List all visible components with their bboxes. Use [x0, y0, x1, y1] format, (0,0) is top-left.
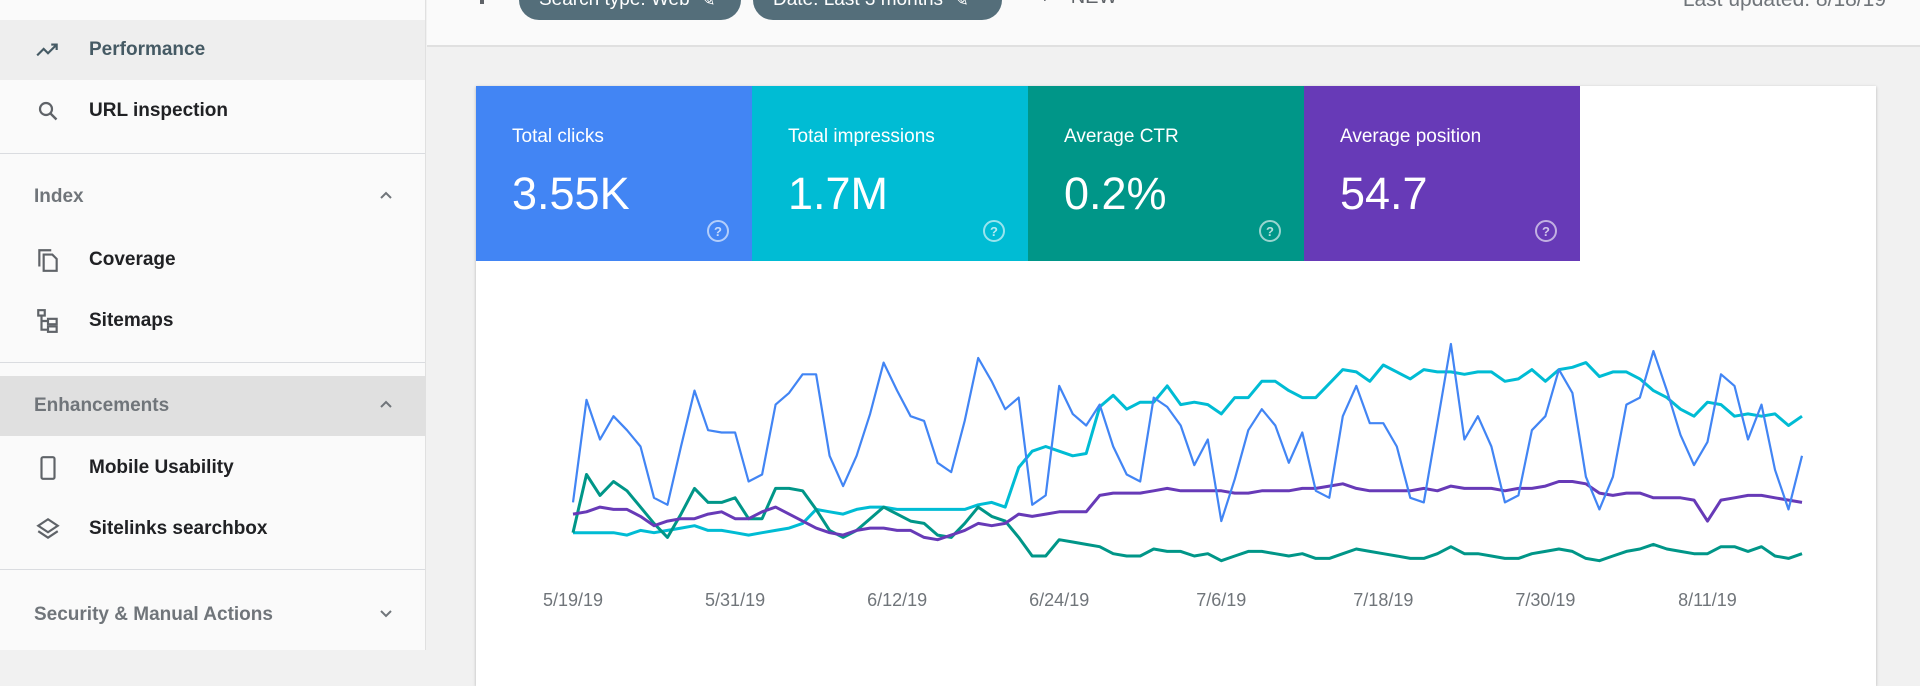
new-label: NEW — [1071, 0, 1118, 9]
sidebar-item-url-inspection[interactable]: URL inspection — [0, 81, 425, 141]
new-filter-button[interactable]: + NEW — [1039, 0, 1117, 9]
chevron-down-icon — [376, 603, 396, 628]
section-label: Enhancements — [34, 395, 170, 416]
performance-chart: 5/19/19 5/31/19 6/12/19 6/24/19 7/6/19 7/18/1… — [543, 342, 1804, 610]
section-label: Index — [34, 186, 84, 207]
series-line-1 — [571, 473, 1803, 563]
phone-icon — [34, 454, 62, 482]
date-chip[interactable]: Date: Last 3 months ✎ — [753, 0, 1002, 20]
x-tick-label: 6/24/19 — [1029, 590, 1089, 610]
sidebar-item-performance[interactable]: Performance — [0, 20, 425, 80]
x-tick-label: 7/6/19 — [1196, 590, 1246, 610]
page-header: Search type: Web ✎ Date: Last 3 months ✎ +… — [427, 0, 1920, 47]
section-security[interactable]: Security & Manual Actions — [0, 585, 425, 645]
search-icon — [34, 97, 62, 125]
section-index[interactable]: Index — [0, 167, 425, 227]
sidebar-item-label: Sitemaps — [89, 310, 174, 331]
divider — [0, 362, 425, 363]
x-tick-label: 7/18/19 — [1353, 590, 1413, 610]
search-type-chip[interactable]: Search type: Web ✎ — [519, 0, 741, 20]
edit-icon: ✎ — [699, 0, 716, 11]
sitemap-icon — [34, 307, 62, 335]
series-line-2 — [572, 480, 1803, 542]
sidebar-item-mobile-usability[interactable]: Mobile Usability — [0, 438, 425, 498]
copy-icon — [34, 246, 62, 274]
divider — [0, 569, 425, 570]
sidebar-item-label: Mobile Usability — [89, 457, 234, 478]
edit-icon: ✎ — [953, 0, 969, 11]
x-tick-label: 5/19/19 — [543, 590, 603, 610]
sidebar-item-coverage[interactable]: Coverage — [0, 230, 425, 290]
sidebar-item-sitemaps[interactable]: Sitemaps — [0, 291, 425, 351]
x-tick-label: 6/12/19 — [867, 590, 927, 610]
chevron-up-icon — [376, 394, 396, 419]
sidebar: Performance URL inspection Index Coverag… — [0, 0, 426, 650]
section-enhancements[interactable]: Enhancements — [0, 376, 425, 436]
chevron-up-icon — [376, 185, 396, 210]
sidebar-item-sitelinks-searchbox[interactable]: Sitelinks searchbox — [0, 499, 425, 559]
sidebar-item-label: Coverage — [89, 249, 176, 270]
chip-label: Search type: Web — [539, 0, 690, 11]
x-tick-label: 8/11/19 — [1678, 590, 1737, 610]
last-updated: Last updated: 8/18/19 — [1683, 0, 1886, 12]
divider — [0, 153, 425, 154]
layers-icon — [34, 515, 62, 543]
filter-icon[interactable] — [480, 0, 484, 4]
section-label: Security & Manual Actions — [34, 604, 273, 625]
chip-label: Date: Last 3 months — [773, 0, 943, 11]
x-tick-label: 7/30/19 — [1515, 590, 1575, 610]
performance-card: Total clicks 3.55K? Total impressions 1.7M… — [476, 86, 1876, 686]
trending-up-icon — [34, 36, 62, 64]
plus-icon: + — [1039, 0, 1051, 9]
sidebar-item-label: Sitelinks searchbox — [89, 518, 268, 539]
sidebar-item-label: URL inspection — [89, 100, 228, 121]
x-tick-label: 5/31/19 — [705, 590, 765, 610]
sidebar-item-label: Performance — [89, 39, 206, 60]
